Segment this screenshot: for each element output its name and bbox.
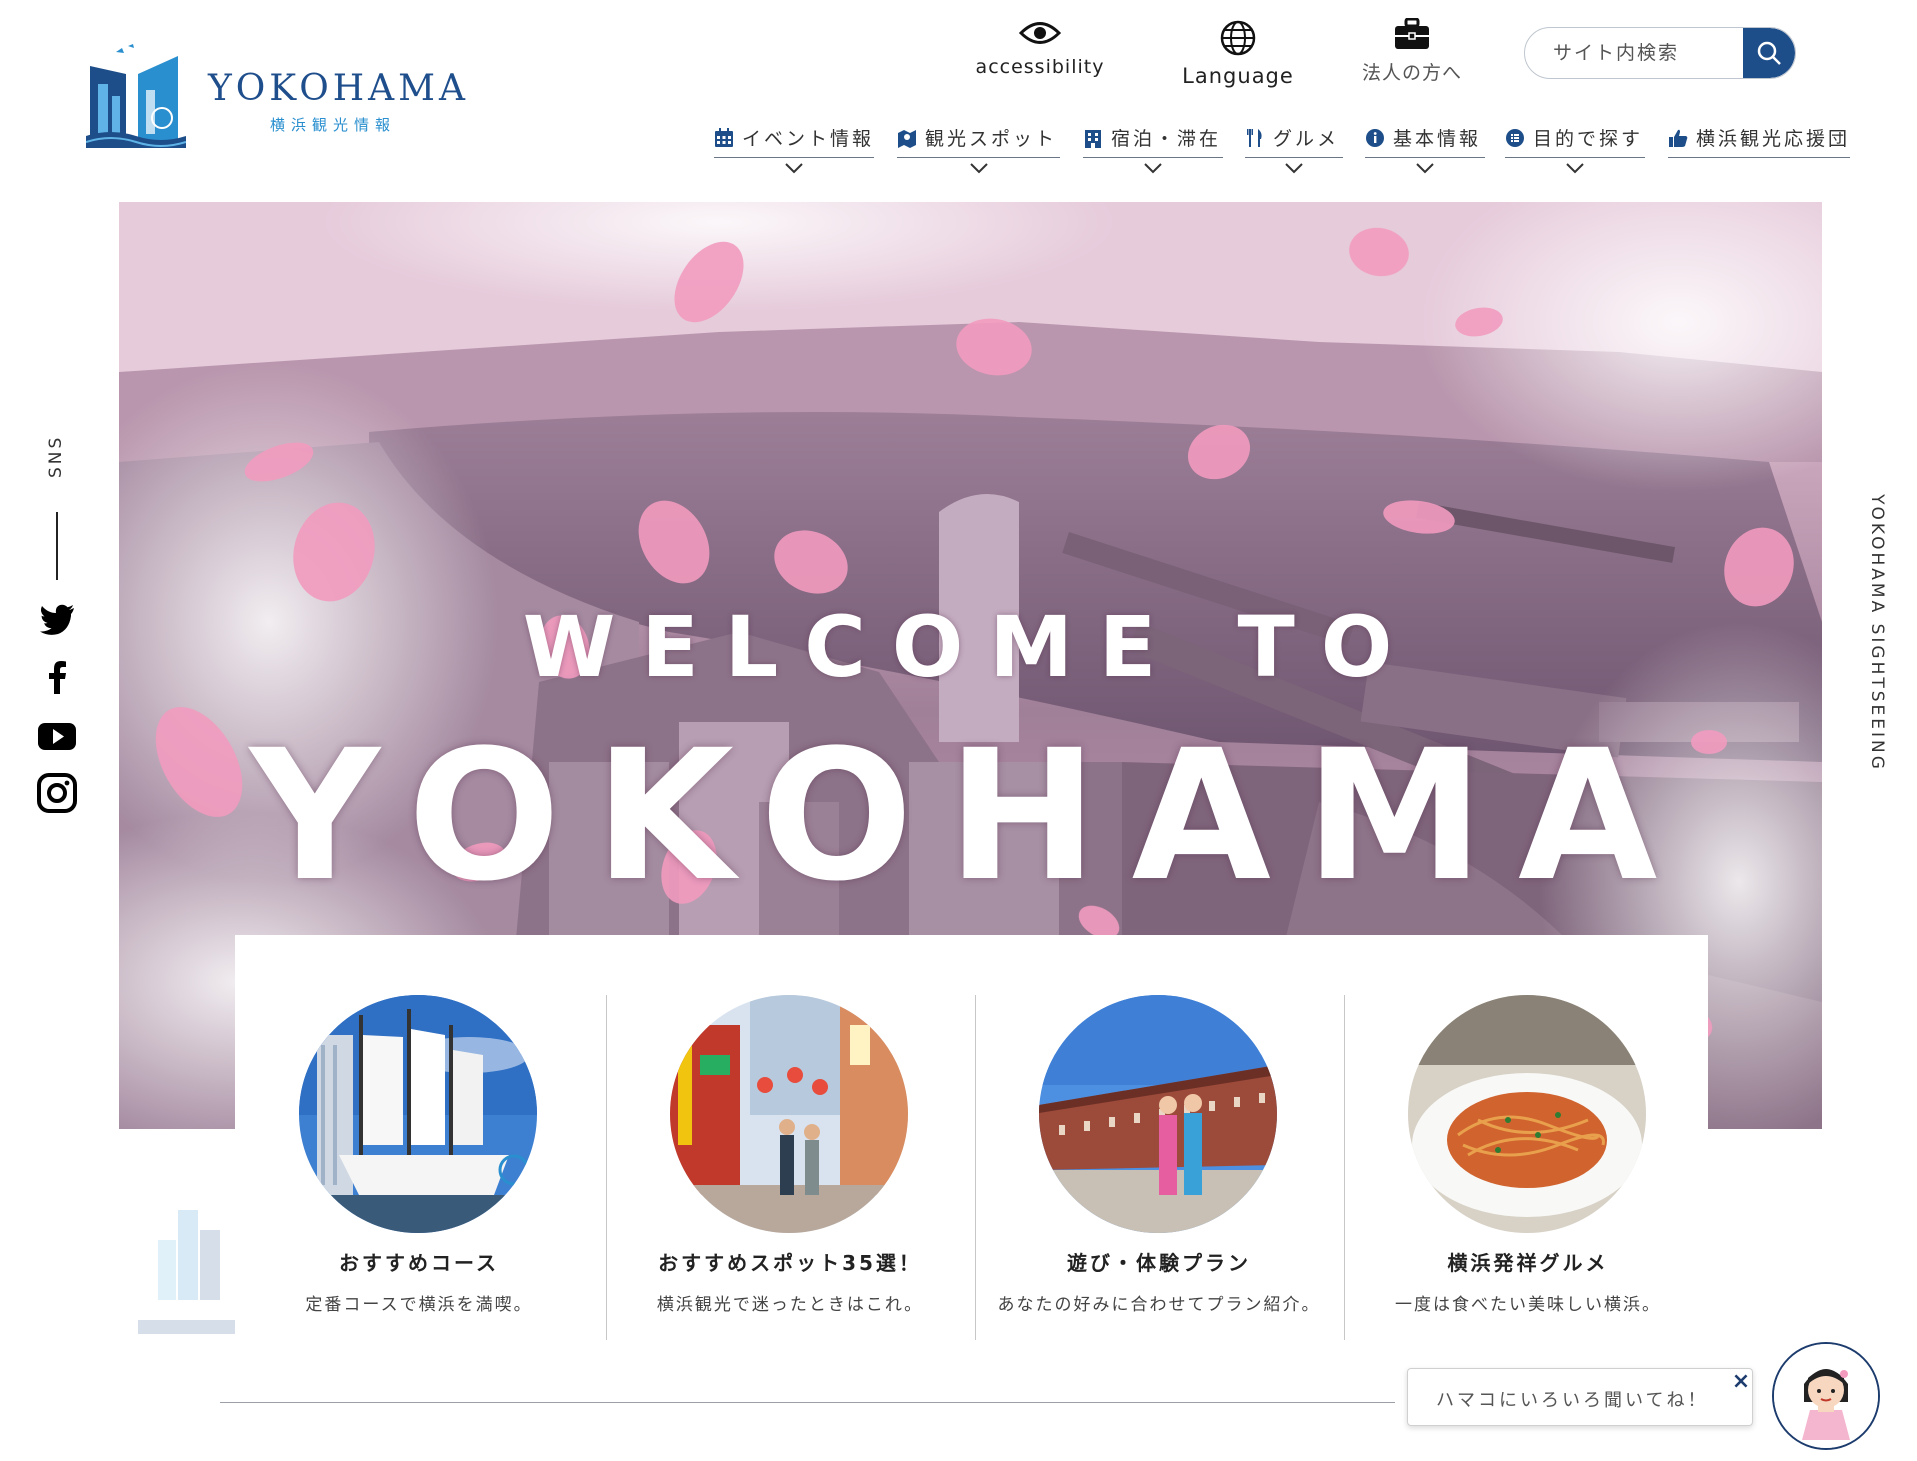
chat-avatar-button[interactable] [1772, 1342, 1880, 1450]
card-title: おすすめスポット35選！ [658, 1251, 922, 1275]
sns-divider [56, 512, 58, 580]
card-yokohama-gourmet[interactable]: 横浜発祥グルメ 一度は食べたい美味しい横浜。 [1344, 995, 1712, 1340]
nav-item-spots[interactable]: 観光スポット [897, 118, 1060, 182]
card-description: 定番コースで横浜を満喫。 [305, 1295, 533, 1315]
card-image-chinatown [670, 995, 908, 1233]
chevron-down-icon [1416, 163, 1434, 174]
site-search [1524, 27, 1796, 79]
napolitan-spaghetti-image [1408, 995, 1646, 1233]
card-top-35-spots[interactable]: おすすめスポット35選！ 横浜観光で迷ったときはこれ。 [606, 995, 974, 1340]
nav-item-supporters[interactable]: 横浜観光応援団 [1668, 118, 1850, 182]
map-icon [898, 129, 916, 148]
info-icon [1366, 128, 1384, 147]
facebook-icon[interactable] [36, 656, 78, 698]
card-title: 遊び・体験プラン [1067, 1251, 1251, 1275]
search-input[interactable] [1525, 28, 1735, 78]
nav-item-info[interactable]: 基本情報 [1365, 118, 1485, 182]
chevron-down-icon [785, 163, 803, 174]
hotel-icon [1085, 129, 1101, 148]
nav-label-spots: 観光スポット [925, 128, 1058, 150]
briefcase-icon [1395, 18, 1429, 49]
nav-item-gourmet[interactable]: グルメ [1245, 118, 1343, 182]
chinatown-image [670, 995, 908, 1233]
section-divider [220, 1402, 1395, 1403]
nav-label-supporters: 横浜観光応援団 [1696, 128, 1851, 150]
card-image-red-brick [1039, 995, 1277, 1233]
search-button[interactable] [1743, 28, 1795, 78]
card-activity-plans[interactable]: 遊び・体験プラン あなたの好みに合わせてプラン紹介。 [975, 995, 1343, 1340]
feature-cards: おすすめコース 定番コースで横浜を満喫。 おすすめスポット35選！ 横浜観光で迷… [235, 935, 1708, 1365]
search-icon [1757, 41, 1781, 65]
main-nav: イベント情報 観光スポット 宿泊・滞在 グルメ 基本情報 目的で探す 横浜観光応… [0, 118, 1917, 182]
language-label: Language [1182, 64, 1294, 88]
card-title: おすすめコース [339, 1251, 499, 1275]
sightseeing-vertical-label: YOKOHAMA SIGHTSEEING [1867, 494, 1887, 772]
language-link[interactable]: Language [1158, 20, 1318, 88]
chevron-down-icon [1285, 163, 1303, 174]
hamako-avatar-icon [1774, 1344, 1878, 1448]
corporate-link[interactable]: 法人の方へ [1342, 18, 1482, 85]
nav-item-purpose[interactable]: 目的で探す [1505, 118, 1645, 182]
nav-label-events: イベント情報 [742, 128, 875, 150]
card-title: 横浜発祥グルメ [1447, 1251, 1609, 1275]
nav-item-events[interactable]: イベント情報 [714, 118, 874, 182]
nav-label-purpose: 目的で探す [1533, 128, 1644, 150]
card-description: 横浜観光で迷ったときはこれ。 [656, 1295, 924, 1315]
accessibility-label: accessibility [975, 56, 1105, 78]
sns-label: SNS [46, 434, 66, 478]
nav-label-stay: 宿泊・滞在 [1111, 128, 1222, 150]
list-icon [1506, 128, 1524, 147]
instagram-icon[interactable] [36, 772, 78, 814]
accessibility-link[interactable]: accessibility [960, 18, 1120, 78]
corporate-label: 法人の方へ [1361, 62, 1462, 84]
youtube-icon[interactable] [36, 715, 78, 757]
card-image-spaghetti [1408, 995, 1646, 1233]
thumbs-up-icon [1669, 129, 1688, 147]
nav-label-info: 基本情報 [1393, 128, 1482, 150]
red-brick-warehouse-image [1039, 995, 1277, 1233]
chat-prompt-bubble[interactable]: ハマコにいろいろ聞いてね！ × [1407, 1368, 1753, 1426]
close-icon[interactable]: × [1730, 1371, 1752, 1393]
chevron-down-icon [1144, 163, 1162, 174]
globe-icon [1220, 20, 1256, 56]
hero-city-text: YOKOHAMA [249, 712, 1692, 921]
card-recommended-courses[interactable]: おすすめコース 定番コースで横浜を満喫。 [235, 995, 603, 1340]
sailing-ship-image [299, 995, 537, 1233]
twitter-icon[interactable] [36, 598, 78, 640]
faded-logo-watermark [138, 1210, 238, 1334]
chat-prompt-text: ハマコにいろいろ聞いてね！ [1436, 1390, 1709, 1411]
card-description: あなたの好みに合わせてプラン紹介。 [997, 1295, 1321, 1315]
nav-item-stay[interactable]: 宿泊・滞在 [1083, 118, 1223, 182]
chevron-down-icon [1566, 163, 1584, 174]
nav-label-gourmet: グルメ [1273, 128, 1340, 150]
hero-welcome-text: WELCOME TO [522, 598, 1419, 696]
chevron-down-icon [969, 163, 988, 174]
card-image-ship [299, 995, 537, 1233]
eye-icon [1019, 22, 1061, 44]
logo-title: YOKOHAMA [208, 68, 469, 109]
card-description: 一度は食べたい美味しい横浜。 [1395, 1295, 1661, 1315]
cutlery-icon [1247, 128, 1262, 147]
calendar-icon [715, 127, 733, 147]
